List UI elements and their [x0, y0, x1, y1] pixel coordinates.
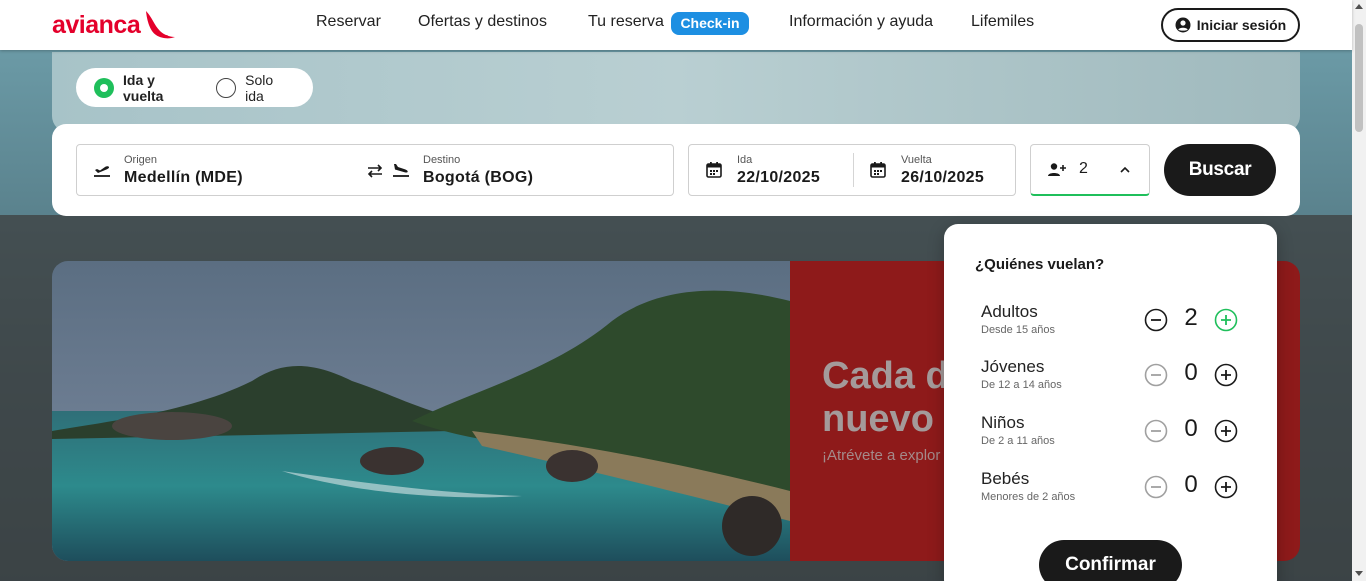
scrollbar-thumb[interactable] [1355, 24, 1363, 132]
site-header: avianca Reservar Ofertas y destinos Tu r… [0, 0, 1352, 50]
nav-item-tu-reserva[interactable]: Tu reserva [588, 13, 664, 31]
plus-circle-icon[interactable] [1214, 363, 1238, 387]
passenger-type-desc: De 2 a 11 años [981, 435, 1055, 447]
scroll-up-arrow-icon[interactable] [1355, 4, 1363, 9]
passengers-selector[interactable]: 2 [1030, 144, 1150, 196]
popover-title: ¿Quiénes vuelan? [975, 256, 1105, 273]
passenger-type-label: Bebés [981, 469, 1030, 488]
return-date[interactable]: 26/10/2025 [901, 169, 984, 187]
nav-item-lifemiles[interactable]: Lifemiles [971, 13, 1034, 31]
swap-arrows-icon[interactable] [365, 161, 385, 181]
passenger-row-youth: Jóvenes De 12 a 14 años 0 [981, 357, 1251, 401]
search-button[interactable]: Buscar [1164, 144, 1276, 196]
plus-circle-icon[interactable] [1214, 419, 1238, 443]
destination-city: Bogotá [423, 169, 480, 186]
departure-date[interactable]: 22/10/2025 [737, 169, 820, 187]
plane-takeoff-icon [94, 166, 110, 177]
origin-label: Origen [124, 154, 158, 166]
confirm-button[interactable]: Confirmar [1039, 540, 1182, 581]
radio-label-one-way[interactable]: Solo ida [245, 72, 295, 104]
minus-circle-icon[interactable] [1144, 419, 1168, 443]
origin-value[interactable]: Medellín (MDE) [124, 169, 243, 187]
passenger-row-adults: Adultos Desde 15 años 2 [981, 302, 1251, 346]
calendar-icon [870, 162, 886, 178]
nav-item-informacion[interactable]: Información y ayuda [789, 13, 933, 31]
minus-circle-icon[interactable] [1144, 475, 1168, 499]
origin-code: (MDE) [195, 169, 243, 186]
chevron-up-icon [1120, 166, 1130, 173]
dates-field: Ida 22/10/2025 Vuelta 26/10/2025 [688, 144, 1016, 196]
flight-search-panel: Origen Medellín (MDE) Destino Bogotá (BO… [52, 124, 1300, 216]
passengers-count: 2 [1079, 160, 1088, 177]
nav-item-ofertas[interactable]: Ofertas y destinos [418, 13, 547, 31]
radio-one-way[interactable] [216, 77, 237, 98]
radio-round-trip[interactable] [94, 77, 114, 98]
destination-label: Destino [423, 154, 461, 166]
passenger-type-label: Niños [981, 413, 1025, 432]
plus-circle-icon[interactable] [1214, 475, 1238, 499]
passenger-type-desc: Menores de 2 años [981, 491, 1076, 503]
origin-city: Medellín [124, 169, 191, 186]
plane-landing-icon [393, 164, 409, 177]
calendar-icon [706, 162, 722, 178]
date-divider [853, 153, 854, 187]
passengers-popover: ¿Quiénes vuelan? Adultos Desde 15 años 2… [944, 224, 1277, 581]
nav-item-reservar[interactable]: Reservar [316, 13, 381, 31]
minus-circle-icon[interactable] [1144, 308, 1168, 332]
passenger-row-infants: Bebés Menores de 2 años 0 [981, 469, 1251, 513]
promo-subtitle: ¡Atrévete a explor [822, 447, 941, 464]
passenger-type-desc: De 12 a 14 años [981, 379, 1062, 391]
login-button[interactable]: Iniciar sesión [1161, 8, 1300, 42]
return-label: Vuelta [901, 154, 932, 166]
route-field: Origen Medellín (MDE) Destino Bogotá (BO… [76, 144, 674, 196]
passenger-type-label: Adultos [981, 302, 1038, 321]
passenger-type-desc: Desde 15 años [981, 324, 1055, 336]
user-circle-icon [1175, 17, 1191, 33]
destination-value[interactable]: Bogotá (BOG) [423, 169, 533, 187]
trip-type-selector: Ida y vuelta Solo ida [76, 68, 313, 107]
checkin-badge[interactable]: Check-in [671, 12, 749, 35]
destination-code: (BOG) [484, 169, 534, 186]
radio-label-round-trip[interactable]: Ida y vuelta [123, 72, 198, 104]
main-nav: Reservar Ofertas y destinos Tu reserva C… [0, 0, 1100, 50]
passenger-count: 0 [1184, 471, 1198, 498]
add-person-icon [1048, 163, 1066, 176]
departure-label: Ida [737, 154, 753, 166]
passenger-count: 0 [1184, 415, 1198, 442]
minus-circle-icon[interactable] [1144, 363, 1168, 387]
beach-promo-image [52, 261, 790, 561]
passenger-count: 2 [1184, 304, 1198, 331]
scroll-down-arrow-icon[interactable] [1355, 571, 1363, 576]
login-label: Iniciar sesión [1196, 17, 1287, 33]
passenger-row-children: Niños De 2 a 11 años 0 [981, 413, 1251, 457]
page-scrollbar[interactable] [1352, 0, 1366, 581]
plus-circle-icon[interactable] [1214, 308, 1238, 332]
passenger-type-label: Jóvenes [981, 357, 1045, 376]
passenger-count: 0 [1184, 359, 1198, 386]
